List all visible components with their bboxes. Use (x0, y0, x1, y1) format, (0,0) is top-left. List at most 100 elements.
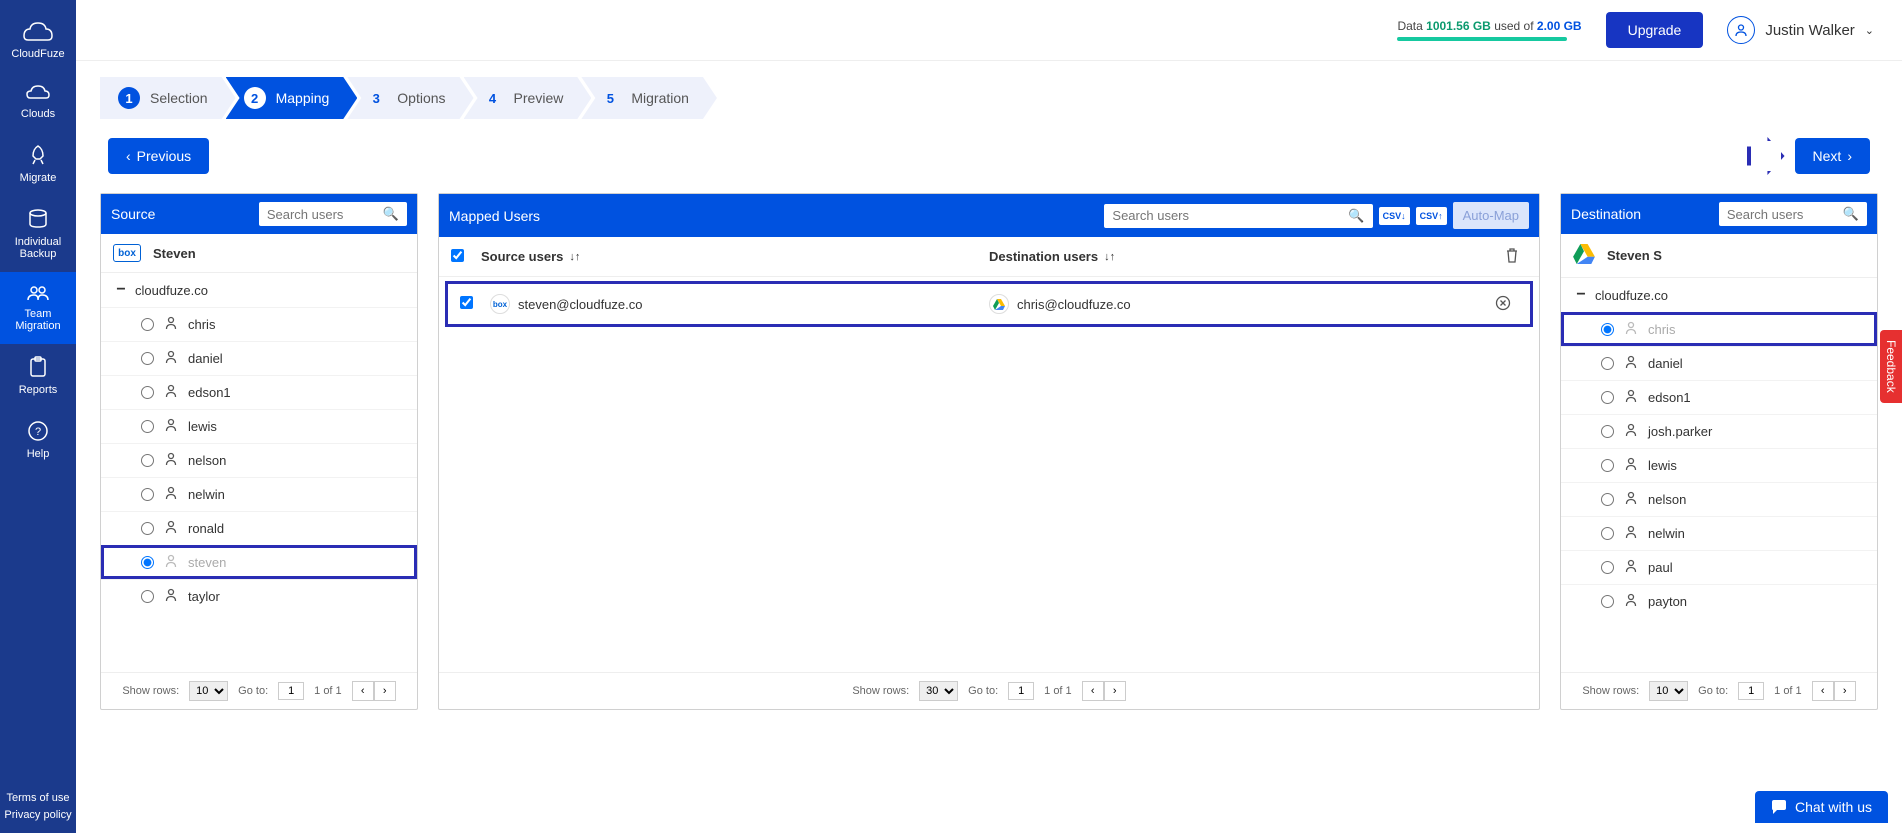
user-row[interactable]: nelwin (101, 477, 417, 511)
user-radio[interactable] (141, 590, 154, 603)
source-search-input[interactable] (267, 207, 377, 222)
sidebar-item-reports[interactable]: Reports (0, 344, 76, 408)
user-row[interactable]: steven (101, 545, 417, 579)
user-radio[interactable] (1601, 323, 1614, 336)
user-row[interactable]: lewis (101, 409, 417, 443)
sidebar-label: Clouds (21, 108, 55, 120)
user-radio[interactable] (141, 556, 154, 569)
user-row[interactable]: josh.parker (1561, 414, 1877, 448)
person-icon (164, 316, 178, 333)
destination-goto-input[interactable] (1738, 682, 1764, 700)
row-checkbox[interactable] (460, 296, 473, 309)
user-row[interactable]: taylor (101, 579, 417, 613)
step-migration[interactable]: 5Migration (581, 77, 717, 119)
destination-prev-page[interactable]: ‹ (1812, 681, 1834, 701)
gdrive-logo-icon (1573, 244, 1595, 267)
user-row[interactable]: payton (1561, 584, 1877, 618)
brand-logo[interactable]: CloudFuze (0, 8, 76, 72)
step-selection[interactable]: 1Selection (100, 77, 236, 119)
user-name: payton (1648, 594, 1687, 609)
delete-row-button[interactable] (1488, 295, 1518, 314)
user-radio[interactable] (1601, 527, 1614, 540)
user-radio[interactable] (141, 318, 154, 331)
user-radio[interactable] (141, 522, 154, 535)
user-row[interactable]: lewis (1561, 448, 1877, 482)
user-row[interactable]: daniel (101, 341, 417, 375)
user-radio[interactable] (141, 488, 154, 501)
user-row[interactable]: nelson (1561, 482, 1877, 516)
user-radio[interactable] (141, 454, 154, 467)
source-domain-row[interactable]: − cloudfuze.co (101, 273, 417, 307)
select-all-checkbox[interactable] (451, 249, 464, 262)
destination-domain-row[interactable]: − cloudfuze.co (1561, 278, 1877, 312)
user-radio[interactable] (141, 352, 154, 365)
csv-export-icon[interactable]: CSV↓ (1379, 207, 1410, 225)
user-row[interactable]: daniel (1561, 346, 1877, 380)
sidebar-item-team-migration[interactable]: Team Migration (0, 272, 76, 344)
source-goto-input[interactable] (278, 682, 304, 700)
source-search[interactable]: 🔍 (259, 202, 407, 226)
user-row[interactable]: edson1 (1561, 380, 1877, 414)
source-user-list: chrisdanieledson1lewisnelsonnelwinronald… (101, 307, 417, 613)
sort-icon: ↓↑ (1104, 251, 1115, 263)
mapped-search[interactable]: 🔍 (1104, 204, 1372, 228)
user-row[interactable]: chris (1561, 312, 1877, 346)
step-options[interactable]: 3Options (347, 77, 473, 119)
feedback-tab[interactable]: Feedback (1880, 330, 1902, 403)
destination-search-input[interactable] (1727, 207, 1837, 222)
person-icon (1624, 423, 1638, 440)
chat-widget[interactable]: Chat with us (1755, 791, 1888, 823)
col-source-users[interactable]: Source users ↓↑ (481, 249, 989, 264)
destination-next-page[interactable]: › (1834, 681, 1856, 701)
user-radio[interactable] (1601, 391, 1614, 404)
mapped-prev-page[interactable]: ‹ (1082, 681, 1104, 701)
source-prev-page[interactable]: ‹ (352, 681, 374, 701)
destination-show-rows[interactable]: 10 (1649, 681, 1688, 701)
step-preview[interactable]: 4Preview (464, 77, 592, 119)
person-icon (164, 520, 178, 537)
user-row[interactable]: ronald (101, 511, 417, 545)
csv-import-icon[interactable]: CSV↑ (1416, 207, 1447, 225)
user-menu[interactable]: Justin Walker ⌄ (1727, 16, 1874, 44)
terms-link[interactable]: Terms of use (4, 790, 71, 807)
user-radio[interactable] (1601, 561, 1614, 574)
source-show-rows[interactable]: 10 (189, 681, 228, 701)
user-radio[interactable] (141, 386, 154, 399)
user-radio[interactable] (141, 420, 154, 433)
sidebar-item-help[interactable]: ? Help (0, 408, 76, 472)
user-row[interactable]: chris (101, 307, 417, 341)
user-row[interactable]: nelson (101, 443, 417, 477)
user-row[interactable]: nelwin (1561, 516, 1877, 550)
mapped-show-rows[interactable]: 30 (919, 681, 958, 701)
delete-all-button[interactable] (1497, 247, 1527, 266)
mapped-goto-input[interactable] (1008, 682, 1034, 700)
mapped-next-page[interactable]: › (1104, 681, 1126, 701)
destination-title: Destination (1571, 206, 1641, 222)
user-radio[interactable] (1601, 357, 1614, 370)
user-name: josh.parker (1648, 424, 1712, 439)
user-row[interactable]: edson1 (101, 375, 417, 409)
user-radio[interactable] (1601, 459, 1614, 472)
upgrade-button[interactable]: Upgrade (1606, 12, 1704, 48)
user-row[interactable]: paul (1561, 550, 1877, 584)
next-button[interactable]: Next › (1795, 138, 1870, 174)
user-radio[interactable] (1601, 493, 1614, 506)
sidebar-item-clouds[interactable]: Clouds (0, 72, 76, 132)
sidebar: CloudFuze Clouds Migrate Individual Back… (0, 0, 76, 833)
sidebar-item-individual-backup[interactable]: Individual Backup (0, 196, 76, 272)
search-icon: 🔍 (1843, 206, 1859, 222)
source-next-page[interactable]: › (374, 681, 396, 701)
destination-search[interactable]: 🔍 (1719, 202, 1867, 226)
sidebar-item-migrate[interactable]: Migrate (0, 132, 76, 196)
col-dest-label: Destination users (989, 249, 1098, 264)
user-radio[interactable] (1601, 595, 1614, 608)
user-name: steven (188, 555, 226, 570)
previous-button[interactable]: ‹ Previous (108, 138, 209, 174)
privacy-link[interactable]: Privacy policy (4, 807, 71, 824)
step-mapping[interactable]: 2Mapping (226, 77, 358, 119)
user-name: daniel (1648, 356, 1683, 371)
user-radio[interactable] (1601, 425, 1614, 438)
col-dest-users[interactable]: Destination users ↓↑ (989, 249, 1497, 264)
mapped-search-input[interactable] (1112, 208, 1342, 223)
automap-button[interactable]: Auto-Map (1453, 202, 1529, 229)
